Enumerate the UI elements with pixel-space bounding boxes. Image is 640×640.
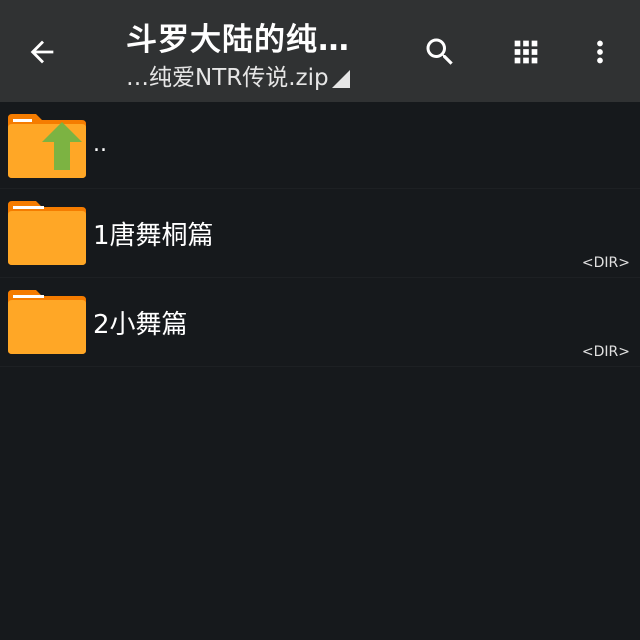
file-name: 2小舞篇 (93, 310, 188, 340)
folder-icon (8, 290, 86, 354)
folder-icon (8, 201, 86, 265)
more-options-button[interactable] (576, 28, 624, 76)
path-selector[interactable]: …纯爱NTR传说.zip (126, 64, 350, 92)
file-type-label: <DIR> (581, 344, 630, 360)
search-button[interactable] (416, 28, 464, 76)
grid-view-icon (514, 40, 538, 64)
back-button[interactable] (18, 28, 66, 76)
file-manager-screen: 斗罗大陆的纯… …纯爱NTR传说.zip .. 1唐舞桐篇 <DIR> 2小舞篇… (0, 0, 640, 640)
grid-view-button[interactable] (502, 28, 550, 76)
file-name: 1唐舞桐篇 (93, 221, 214, 251)
archive-path: …纯爱NTR传说.zip (126, 65, 329, 91)
parent-folder-row[interactable]: .. (0, 102, 640, 189)
folder-up-icon (8, 114, 86, 178)
file-name: .. (93, 132, 107, 157)
search-icon (426, 38, 453, 65)
archive-title: 斗罗大陆的纯… (126, 22, 350, 58)
file-list: .. 1唐舞桐篇 <DIR> 2小舞篇 <DIR> (0, 102, 640, 367)
folder-row[interactable]: 1唐舞桐篇 <DIR> (0, 189, 640, 278)
file-type-label: <DIR> (581, 255, 630, 271)
arrow-back-icon (30, 40, 54, 64)
top-toolbar: 斗罗大陆的纯… …纯爱NTR传说.zip (0, 0, 640, 102)
dropdown-corner-icon (331, 70, 350, 88)
folder-row[interactable]: 2小舞篇 <DIR> (0, 278, 640, 367)
more-vert-icon (597, 40, 603, 64)
